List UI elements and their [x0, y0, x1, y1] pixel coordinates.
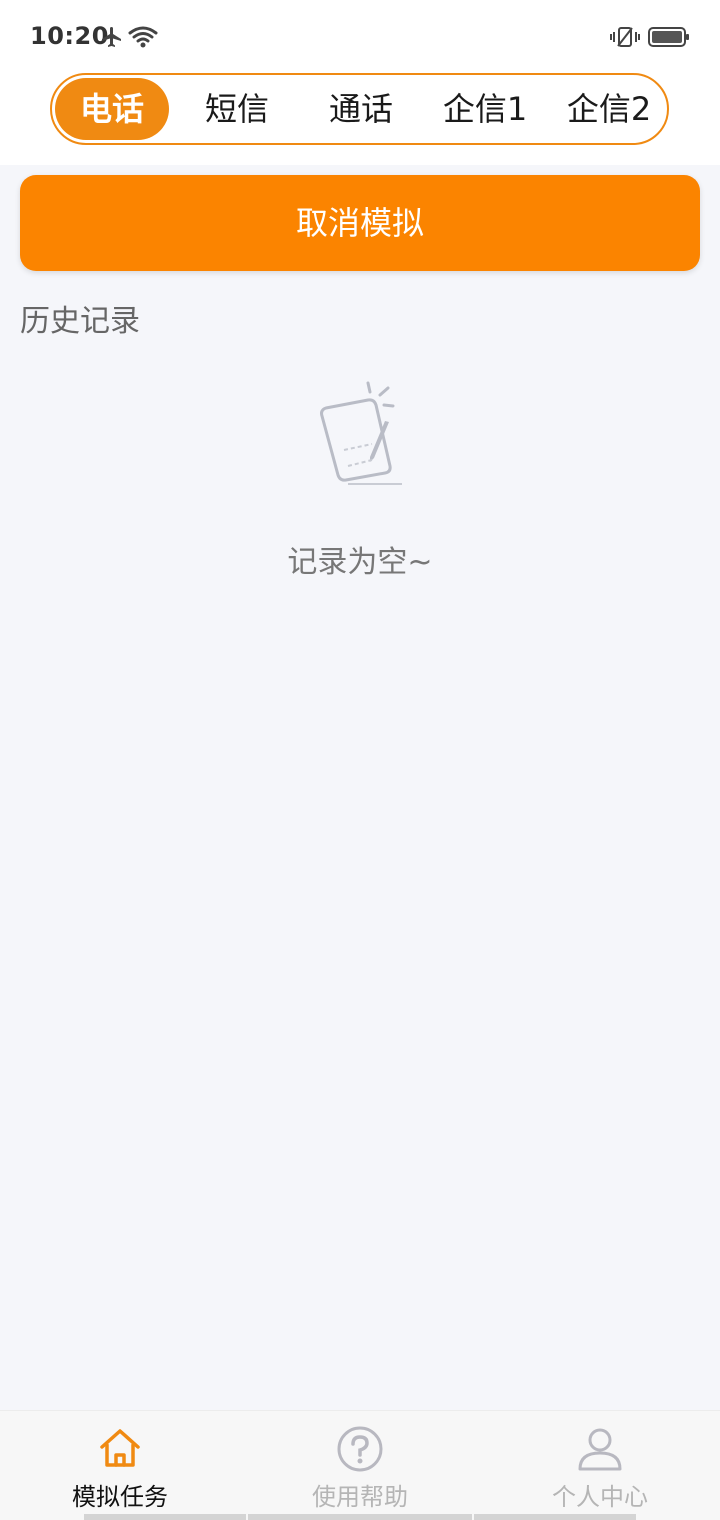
nav-personal-center[interactable]: 个人中心 [480, 1411, 720, 1517]
indicator-bar [248, 1514, 472, 1520]
airplane-mode-icon [100, 25, 124, 49]
tab-enterprise-2[interactable]: 企信2 [552, 78, 666, 140]
battery-icon [648, 26, 690, 48]
status-time: 10:20 [30, 22, 109, 50]
empty-notebook-icon [310, 378, 410, 488]
wifi-icon [128, 25, 158, 49]
bottom-navigation: 模拟任务 使用帮助 个人中心 [0, 1410, 720, 1520]
indicator-bar [474, 1514, 636, 1520]
home-icon [96, 1425, 144, 1473]
indicator-bar [84, 1514, 246, 1520]
tab-enterprise-1[interactable]: 企信1 [428, 78, 542, 140]
mode-tabs: 电话 短信 通话 企信1 企信2 [50, 73, 669, 145]
header-area: 10:20 电话 短信 通话 企信1 企信2 [0, 0, 720, 165]
history-title: 历史记录 [20, 304, 140, 339]
nav-label: 个人中心 [552, 1483, 648, 1511]
nav-label: 使用帮助 [312, 1483, 408, 1511]
empty-state-text: 记录为空~ [287, 545, 433, 580]
user-icon [576, 1425, 624, 1473]
tab-phone[interactable]: 电话 [55, 78, 169, 140]
status-bar: 10:20 [0, 0, 720, 72]
cancel-simulation-button[interactable]: 取消模拟 [20, 175, 700, 271]
gesture-indicators [0, 1514, 720, 1520]
tab-sms[interactable]: 短信 [180, 78, 294, 140]
nav-label: 模拟任务 [72, 1483, 168, 1511]
vibrate-icon [610, 25, 640, 49]
help-icon [336, 1425, 384, 1473]
nav-help[interactable]: 使用帮助 [240, 1411, 480, 1517]
tab-call[interactable]: 通话 [304, 78, 418, 140]
nav-simulation-tasks[interactable]: 模拟任务 [0, 1411, 240, 1517]
app-screen: 10:20 电话 短信 通话 企信1 企信2 取消模拟 历史记录 记录为空~ 模… [0, 0, 720, 1520]
